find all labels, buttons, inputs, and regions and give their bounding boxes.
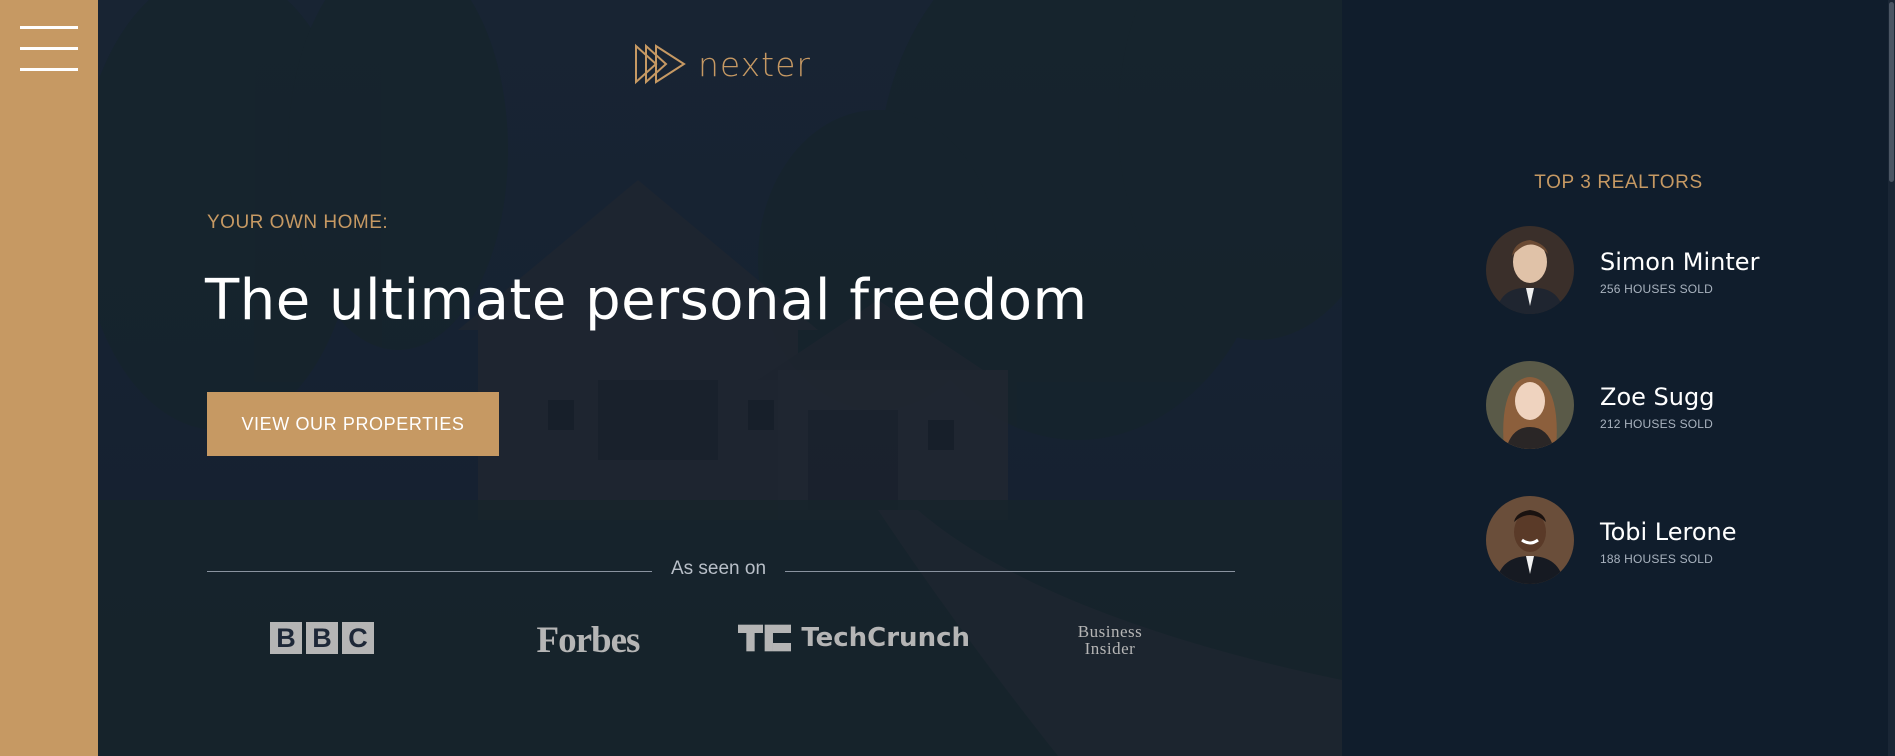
bi-line-2: Insider xyxy=(1084,639,1136,658)
realtor-name: Zoe Sugg xyxy=(1600,383,1715,411)
menu-bar xyxy=(20,68,78,71)
sidebar xyxy=(0,0,98,756)
business-insider-logo: Business Insider xyxy=(1068,620,1152,660)
as-seen-on-label: As seen on xyxy=(670,558,767,579)
bbc-letter: B xyxy=(270,622,302,654)
hero-headline: The ultimate personal freedom xyxy=(205,268,1088,333)
hero-pretitle: YOUR OWN HOME: xyxy=(207,212,389,233)
brand-logo[interactable]: nexter xyxy=(634,42,811,86)
forbes-logo: Forbes xyxy=(536,619,641,661)
techcrunch-tc-icon xyxy=(738,624,792,652)
scrollbar-thumb[interactable] xyxy=(1889,2,1894,182)
top-realtors-panel: TOP 3 REALTORS Simon Minter 256 HOUSES S… xyxy=(1342,0,1895,756)
avatar-man-suit xyxy=(1486,226,1574,314)
realtor-card[interactable]: Zoe Sugg 212 HOUSES SOLD xyxy=(1486,361,1806,451)
bbc-logo: B B C xyxy=(266,620,378,656)
avatar-man-smiling xyxy=(1486,496,1574,584)
realtor-name: Simon Minter xyxy=(1600,248,1760,276)
menu-bar xyxy=(20,47,78,50)
bbc-letter: B xyxy=(306,622,338,654)
logo-text: nexter xyxy=(698,44,811,84)
realtors-title: TOP 3 REALTORS xyxy=(1534,172,1703,193)
avatar-woman xyxy=(1486,361,1574,449)
realtor-name: Tobi Lerone xyxy=(1600,518,1737,546)
techcrunch-logo: TechCrunch xyxy=(738,620,970,656)
realtor-houses-sold: 188 HOUSES SOLD xyxy=(1600,552,1714,566)
realtor-houses-sold: 212 HOUSES SOLD xyxy=(1600,417,1714,431)
menu-bar xyxy=(20,26,78,29)
bi-line-1: Business xyxy=(1077,622,1143,641)
divider-line xyxy=(785,571,1235,572)
realtor-card[interactable]: Tobi Lerone 188 HOUSES SOLD xyxy=(1486,496,1806,586)
view-properties-button[interactable]: VIEW OUR PROPERTIES xyxy=(207,392,499,456)
bbc-letter: C xyxy=(342,622,374,654)
divider-line xyxy=(207,571,652,572)
triple-play-logo-icon xyxy=(635,43,686,85)
hamburger-menu-icon[interactable] xyxy=(20,26,78,72)
realtor-houses-sold: 256 HOUSES SOLD xyxy=(1600,282,1714,296)
hero-section: nexter YOUR OWN HOME: The ultimate perso… xyxy=(98,0,1342,756)
techcrunch-wordmark: TechCrunch xyxy=(801,623,970,653)
as-seen-on-divider: As seen on xyxy=(207,556,1235,586)
realtor-card[interactable]: Simon Minter 256 HOUSES SOLD xyxy=(1486,226,1806,316)
page-scrollbar[interactable] xyxy=(1888,0,1895,756)
